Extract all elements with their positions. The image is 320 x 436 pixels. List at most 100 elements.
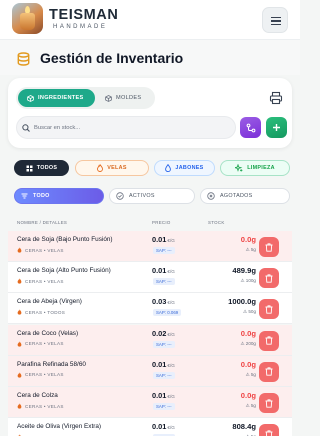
- min-stock: ⚠ 50g: [242, 309, 256, 315]
- delete-button[interactable]: [259, 330, 279, 351]
- category-soaps-label: JABONES: [175, 165, 204, 171]
- brand-name: TEISMAN: [49, 7, 119, 23]
- inventory-row[interactable]: Cera de Abeja (Virgen) CERAS • TODOS 0.03€…: [8, 293, 292, 325]
- tab-molds-label: MOLDES: [116, 95, 142, 101]
- trash-icon: [265, 305, 273, 314]
- min-stock: ⚠ 5g: [245, 247, 256, 252]
- brand-subtitle: HANDMADE: [53, 24, 108, 30]
- min-stock-value: 50g: [248, 309, 256, 315]
- filter-all[interactable]: TODO: [14, 188, 104, 204]
- category-soaps[interactable]: JABONES: [154, 160, 215, 176]
- sap-badge: SAP: 0.069: [153, 309, 182, 317]
- price-value: 0.01: [152, 235, 167, 244]
- flame-icon: [17, 309, 22, 316]
- stock-value: 0.0g: [240, 235, 256, 244]
- inventory-row[interactable]: Cera de Colza CERAS • VELAS 0.01€/G SAP: --…: [8, 387, 292, 418]
- ingredient-tags-text: CERAS • VELAS: [25, 278, 64, 284]
- ingredient-tags-text: CERAS • VELAS: [25, 341, 64, 347]
- ingredient-price: 0.01€/G: [152, 266, 175, 275]
- ingredient-tags-text: CERAS • VELAS: [25, 403, 64, 409]
- database-icon: [17, 52, 30, 66]
- stock-value: 0.0g: [240, 391, 256, 400]
- brand-logo[interactable]: [12, 3, 43, 34]
- delete-button[interactable]: [259, 268, 279, 289]
- filter-active-label: ACTIVOS: [129, 193, 155, 199]
- trash-icon: [265, 367, 273, 376]
- category-all[interactable]: TODOS: [14, 160, 69, 176]
- delete-button[interactable]: [259, 424, 279, 436]
- sap-badge: SAP: ---: [153, 247, 175, 254]
- ingredient-tags-text: CERAS • VELAS: [25, 372, 64, 378]
- ingredient-price: 0.01€/G: [152, 235, 175, 244]
- ingredient-name: Cera de Colza: [17, 392, 58, 399]
- inventory-row[interactable]: Cera de Coco (Velas) CERAS • VELAS 0.02€/G…: [8, 324, 292, 356]
- trash-icon: [265, 430, 273, 436]
- filter-all-label: TODO: [33, 193, 50, 199]
- stock-value: 0.0g: [240, 359, 256, 369]
- delete-button[interactable]: [259, 393, 279, 413]
- price-unit: €/G: [167, 238, 175, 243]
- page-title: Gestión de Inventario: [40, 50, 184, 66]
- inventory-row[interactable]: Cera de Soja (Bajo Punto Fusión) CERAS • …: [8, 231, 292, 262]
- search-icon: [22, 124, 30, 132]
- inventory-row[interactable]: Aceite de Oliva (Virgen Extra)ACEITES • …: [8, 418, 292, 436]
- ingredient-price: 0.03€/G: [152, 297, 175, 306]
- menu-button[interactable]: [262, 7, 288, 33]
- grid-icon: [26, 165, 33, 171]
- category-cleaning-label: LIMPIEZA: [247, 165, 275, 171]
- app-header: TEISMAN HANDMADE: [0, 0, 300, 40]
- ingredient-price: 0.01€/G: [152, 391, 175, 400]
- search-input[interactable]: [34, 122, 224, 134]
- column-header-stock: STOCK: [208, 220, 225, 225]
- filter-out-of-stock[interactable]: AGOTADOS: [200, 188, 290, 204]
- sap-badge: SAP: ---: [153, 403, 175, 410]
- ingredient-name: Aceite de Oliva (Virgen Extra): [17, 423, 102, 431]
- inventory-row[interactable]: Cera de Soja (Alto Punto Fusión) CERAS • …: [8, 262, 292, 294]
- cube-icon: [105, 94, 112, 102]
- flame-icon: [17, 340, 22, 347]
- category-cleaning[interactable]: LIMPIEZA: [220, 160, 290, 176]
- column-header-name: NOMBRE / DETALLES: [17, 220, 68, 225]
- category-candles-label: VELAS: [107, 165, 127, 171]
- delete-button[interactable]: [259, 299, 279, 320]
- ingredient-price: 0.01€/G: [152, 360, 175, 369]
- price-unit: €/G: [167, 394, 175, 399]
- min-stock-value: 5g: [250, 247, 256, 252]
- tab-ingredients[interactable]: INGREDIENTES: [18, 89, 95, 107]
- tab-molds[interactable]: MOLDES: [100, 89, 152, 107]
- ingredient-name: Parafina Refinada 58/60: [17, 360, 86, 368]
- printer-icon[interactable]: [269, 91, 283, 105]
- price-unit: €/G: [167, 362, 175, 368]
- min-stock-value: 5g: [250, 403, 256, 408]
- scan-button[interactable]: [240, 117, 261, 138]
- min-stock: ⚠ 5g: [245, 371, 256, 377]
- delete-button[interactable]: [259, 361, 279, 382]
- min-stock: ⚠ 5g: [245, 403, 256, 408]
- min-stock: ⚠ 200g: [240, 340, 256, 346]
- ingredient-tags: CERAS • VELAS: [17, 403, 64, 409]
- check-circle-icon: [116, 192, 124, 200]
- trash-icon: [265, 274, 273, 283]
- ingredient-price: 0.01€/G: [152, 422, 175, 431]
- ingredient-name: Cera de Coco (Velas): [17, 329, 79, 337]
- filter-icon: [21, 193, 28, 199]
- price-value: 0.01: [152, 359, 167, 369]
- filter-active[interactable]: ACTIVOS: [109, 188, 195, 204]
- min-stock-value: 100g: [245, 278, 256, 284]
- add-button[interactable]: [266, 117, 287, 138]
- price-unit: €/G: [167, 300, 175, 306]
- ingredient-name: Cera de Abeja (Virgen): [17, 298, 82, 306]
- stock-value: 1000.0g: [228, 297, 256, 307]
- ingredient-tags: CERAS • VELAS: [17, 278, 64, 284]
- price-unit: €/G: [167, 425, 175, 431]
- ingredient-name: Cera de Soja (Bajo Punto Fusión): [17, 236, 113, 243]
- category-candles[interactable]: VELAS: [75, 160, 149, 176]
- ingredient-tags: CERAS • VELAS: [17, 372, 64, 378]
- delete-button[interactable]: [259, 237, 279, 257]
- box-icon: [27, 94, 34, 102]
- tab-ingredients-label: INGREDIENTES: [38, 95, 84, 101]
- hamburger-icon: [271, 17, 281, 19]
- sap-badge: SAP: ---: [153, 340, 175, 348]
- inventory-row[interactable]: Parafina Refinada 58/60 CERAS • VELAS 0.01…: [8, 355, 292, 387]
- ingredient-tags: CERAS • VELAS: [17, 340, 64, 347]
